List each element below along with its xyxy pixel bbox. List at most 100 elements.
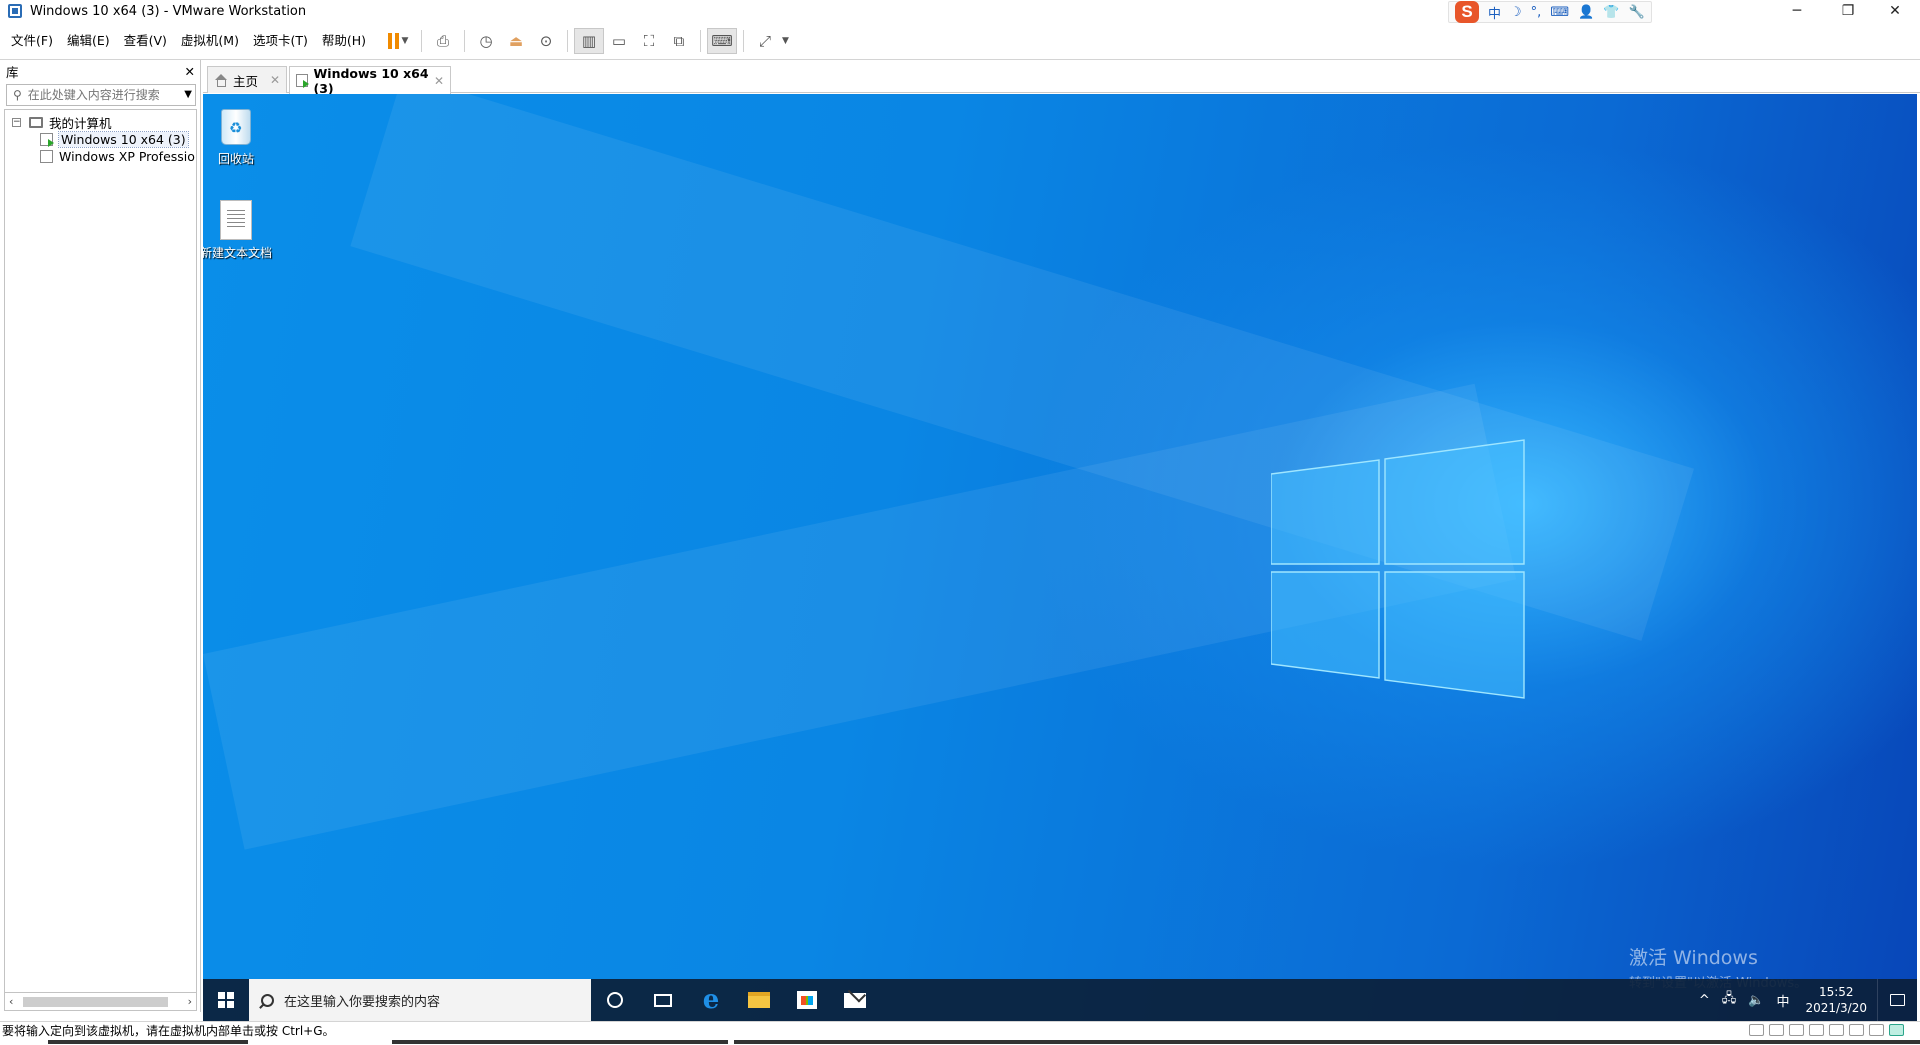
window-title: Windows 10 x64 (3) - VMware Workstation: [30, 3, 307, 19]
ime-moon-icon[interactable]: ☽: [1510, 5, 1522, 20]
scroll-left-icon[interactable]: ‹: [9, 995, 13, 1008]
printer-icon[interactable]: [1829, 1024, 1844, 1036]
file-explorer-button[interactable]: [735, 979, 783, 1021]
scroll-right-icon[interactable]: ›: [188, 995, 192, 1008]
library-horizontal-scrollbar[interactable]: ‹ ›: [4, 993, 197, 1011]
console-view-icon[interactable]: ⌨: [707, 28, 738, 54]
ime-toolbar: S 中 ☽ °, ⌨ 👤 👕 🔧: [1448, 1, 1652, 23]
tree-node-winxp[interactable]: Windows XP Professional: [40, 147, 196, 165]
show-hidden-icons-chevron-icon[interactable]: ^: [1693, 993, 1716, 1008]
thumbnail-bar-icon[interactable]: ▭: [604, 28, 634, 54]
clock-time: 15:52: [1818, 985, 1854, 999]
ime-keyboard-icon[interactable]: ⌨: [1550, 5, 1569, 20]
volume-icon[interactable]: 🔈: [1742, 993, 1770, 1008]
menu-help[interactable]: 帮助(H): [315, 24, 373, 58]
cortana-button[interactable]: [591, 979, 639, 1021]
search-icon: ⚲: [13, 88, 22, 102]
chevron-down-icon[interactable]: ▼: [184, 89, 192, 100]
ime-tools-icon[interactable]: 🔧: [1628, 5, 1644, 20]
device-status-icons: [1749, 1024, 1904, 1036]
usb-icon[interactable]: [1809, 1024, 1824, 1036]
cortana-icon: [607, 992, 623, 1008]
send-ctrl-alt-del-icon[interactable]: ⎙: [428, 28, 458, 54]
library-panel: 库 ✕ ⚲ ▼ − 我的计算机 Windows 10 x64 (3) Windo…: [0, 60, 201, 1012]
menu-bar: 文件(F) 编辑(E) 查看(V) 虚拟机(M) 选项卡(T) 帮助(H) ▼ …: [0, 24, 1920, 58]
action-center-button[interactable]: [1877, 979, 1917, 1021]
ime-punctuation-icon[interactable]: °,: [1531, 5, 1542, 20]
library-header: 库 ✕: [0, 60, 201, 82]
start-button[interactable]: [203, 979, 249, 1021]
vm-icon: [40, 149, 53, 163]
close-tab-icon[interactable]: ✕: [434, 74, 444, 88]
message-log-icon[interactable]: [1889, 1024, 1904, 1036]
text-file-icon: [220, 200, 252, 240]
stretch-guest-icon[interactable]: ⤢: [750, 28, 780, 54]
menu-vm[interactable]: 虚拟机(M): [174, 24, 246, 58]
toolbar: ▼ ⎙ ◷ ⏏ ⊙ ▥ ▭ ⛶ ⧉ ⌨ ⤢ ▼: [381, 24, 789, 58]
store-icon: [797, 991, 817, 1009]
computer-icon: [29, 116, 43, 128]
desktop-icon-label: 回收站: [217, 152, 254, 166]
unity-icon[interactable]: ⧉: [664, 28, 694, 54]
mail-icon: [844, 992, 866, 1008]
menu-tabs[interactable]: 选项卡(T): [246, 24, 315, 58]
tab-windows10[interactable]: Windows 10 x64 (3) ✕: [289, 65, 451, 96]
close-library-button[interactable]: ✕: [185, 64, 195, 79]
taskbar-search-box[interactable]: 在这里输入你要搜索的内容: [249, 979, 591, 1021]
close-tab-icon[interactable]: ✕: [270, 73, 280, 87]
close-window-button[interactable]: ✕: [1872, 0, 1918, 22]
desktop-icon-recycle-bin[interactable]: ♻ 回收站: [203, 104, 270, 167]
tab-home[interactable]: 主页 ✕: [207, 66, 287, 93]
system-tray: ^ 🖧 🔈 中 15:52 2021/3/20: [1693, 979, 1917, 1021]
hard-disk-icon[interactable]: [1749, 1024, 1764, 1036]
menu-view[interactable]: 查看(V): [117, 24, 174, 58]
cd-drive-icon[interactable]: [1769, 1024, 1784, 1036]
pause-button[interactable]: ▼: [381, 28, 415, 54]
snapshot-manager-icon[interactable]: ⊙: [531, 28, 561, 54]
status-message: 要将输入定向到该虚拟机，请在虚拟机内部单击或按 Ctrl+G。: [2, 1024, 335, 1038]
ime-indicator[interactable]: 中: [1770, 991, 1795, 1010]
display-icon[interactable]: [1869, 1024, 1884, 1036]
collapse-icon[interactable]: −: [12, 117, 21, 127]
tree-node-my-computer[interactable]: − 我的计算机: [12, 113, 112, 131]
snapshot-icon[interactable]: ◷: [471, 28, 501, 54]
full-screen-icon[interactable]: ⛶: [634, 28, 664, 54]
windows-logo-icon: [1271, 439, 1525, 699]
sogou-logo-icon[interactable]: S: [1455, 1, 1479, 23]
chevron-down-icon[interactable]: ▼: [402, 36, 409, 46]
minimize-button[interactable]: ─: [1774, 0, 1820, 22]
ime-user-icon[interactable]: 👤: [1578, 5, 1594, 20]
clock[interactable]: 15:52 2021/3/20: [1795, 984, 1877, 1016]
store-button[interactable]: [783, 979, 831, 1021]
tab-strip: 主页 ✕ Windows 10 x64 (3) ✕: [203, 60, 1920, 96]
mail-button[interactable]: [831, 979, 879, 1021]
windows-start-icon: [218, 992, 234, 1008]
vmware-window: Windows 10 x64 (3) - VMware Workstation …: [0, 0, 1920, 1045]
network-icon[interactable]: 🖧: [1716, 989, 1743, 1011]
desktop-icon-text-document[interactable]: 新建文本文档: [203, 200, 272, 261]
vmware-logo-icon: [8, 4, 22, 18]
vm-console-desktop[interactable]: ♻ 回收站 新建文本文档 激活 Windows 转到"设置"以激活 Window…: [203, 94, 1917, 1021]
notification-icon: [1890, 994, 1905, 1006]
menu-file[interactable]: 文件(F): [0, 24, 60, 58]
revert-snapshot-icon[interactable]: ⏏: [501, 28, 531, 54]
ime-skin-icon[interactable]: 👕: [1603, 5, 1619, 20]
tab-label: Windows 10 x64 (3): [313, 65, 429, 96]
activation-title: 激活 Windows: [1629, 947, 1758, 969]
task-view-button[interactable]: [639, 979, 687, 1021]
library-search-input[interactable]: [27, 88, 168, 102]
ime-chinese-mode[interactable]: 中: [1488, 3, 1501, 22]
scrollbar-thumb[interactable]: [23, 997, 168, 1007]
edge-button[interactable]: e: [687, 979, 735, 1021]
chevron-down-icon[interactable]: ▼: [782, 36, 789, 46]
tree-node-win10[interactable]: Windows 10 x64 (3): [40, 130, 189, 148]
sound-card-icon[interactable]: [1849, 1024, 1864, 1036]
restore-button[interactable]: ❐: [1825, 0, 1871, 22]
windows-taskbar: 在这里输入你要搜索的内容 e ^ 🖧 🔈 中 15:52 2021/3/20: [203, 979, 1917, 1021]
network-adapter-icon[interactable]: [1789, 1024, 1804, 1036]
show-library-icon[interactable]: ▥: [574, 28, 605, 54]
menu-edit[interactable]: 编辑(E): [60, 24, 117, 58]
tree-node-label: Windows 10 x64 (3): [58, 130, 189, 148]
toolbar-separator: [464, 30, 466, 52]
library-search: ⚲ ▼: [6, 84, 196, 106]
